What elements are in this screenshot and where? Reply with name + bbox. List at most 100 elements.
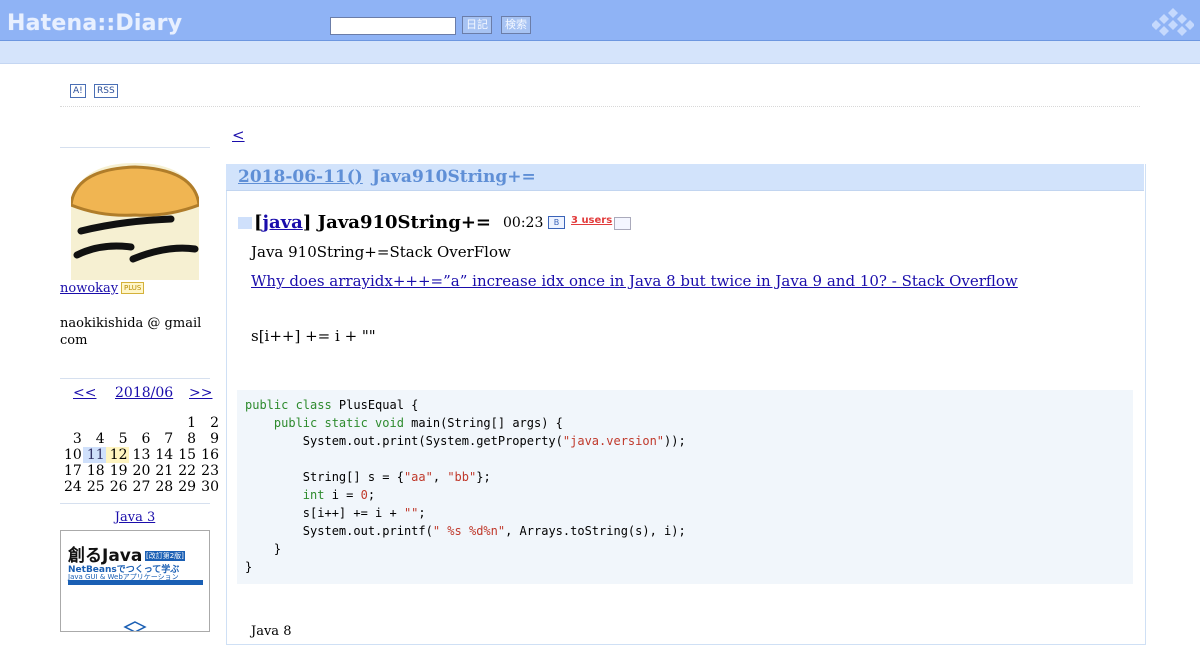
calendar-prev-link[interactable]: << xyxy=(73,385,96,401)
calendar-week: 12 xyxy=(60,415,220,431)
sidebar-divider xyxy=(60,378,210,379)
book-cover-edition: [改訂第2版] xyxy=(145,551,185,561)
code-string: "aa" xyxy=(403,470,433,484)
calendar-empty xyxy=(83,415,106,431)
calendar-next-link[interactable]: >> xyxy=(189,385,212,401)
rss-icon[interactable]: RSS xyxy=(94,84,118,98)
code-text: PlusEqual { xyxy=(331,398,419,412)
calendar-day[interactable]: 12 xyxy=(105,447,129,463)
calendar-day[interactable]: 14 xyxy=(151,447,174,463)
plus-badge[interactable]: PLUS xyxy=(121,282,145,294)
code-keyword: public class xyxy=(245,398,332,412)
calendar-day[interactable]: 3 xyxy=(60,431,83,447)
code-keyword: int xyxy=(245,488,325,502)
calendar-empty xyxy=(151,415,174,431)
calendar-day[interactable]: 11 xyxy=(82,447,106,463)
code-text: , xyxy=(432,470,448,484)
code-line: System.out.printf(" %s %d%n", Arrays.toS… xyxy=(245,524,686,538)
code-string: "bb" xyxy=(447,470,477,484)
calendar-day[interactable]: 6 xyxy=(129,431,152,447)
code-line: } xyxy=(245,560,252,574)
code-string: "" xyxy=(403,506,419,520)
calendar-day[interactable]: 19 xyxy=(106,463,129,479)
code-text: System.out.printf( xyxy=(245,524,433,538)
bookmark-users-link[interactable]: 3 users xyxy=(571,215,612,226)
calendar-day[interactable]: 29 xyxy=(174,479,197,495)
calendar-day[interactable]: 27 xyxy=(129,479,152,495)
book-cover[interactable]: 創るJava [改訂第2版] NetBeansでつくって学ぶ Java GUI … xyxy=(60,530,210,632)
cube-icon xyxy=(123,621,147,631)
code-text: s[i++] += i + xyxy=(245,506,404,520)
calendar-day[interactable]: 5 xyxy=(106,431,129,447)
calendar-day[interactable]: 1 xyxy=(174,415,197,431)
calendar-day[interactable]: 23 xyxy=(197,463,220,479)
code-text: , Arrays.toString(s), i); xyxy=(505,524,686,538)
calendar-day[interactable]: 28 xyxy=(151,479,174,495)
header-bar: Hatena::Diary 日記 検索 xyxy=(0,0,1200,41)
calendar-empty xyxy=(60,415,83,431)
site-logo[interactable]: Hatena::Diary xyxy=(7,11,182,36)
code-text: } xyxy=(245,542,282,556)
sidebar-divider xyxy=(60,147,210,148)
book-cover-bar xyxy=(68,580,203,585)
calendar-week: 3456789 xyxy=(60,431,220,447)
code-string: "java.version" xyxy=(562,434,665,448)
calendar-day[interactable]: 13 xyxy=(129,447,152,463)
calendar-day[interactable]: 8 xyxy=(174,431,197,447)
calendar-day[interactable]: 17 xyxy=(60,463,83,479)
code-line: s[i++] += i + ""; xyxy=(245,506,426,520)
antenna-icon[interactable]: A! xyxy=(70,84,86,98)
search-input[interactable] xyxy=(330,17,456,35)
profile-text: naokikishida @ gmail com xyxy=(60,316,202,348)
calendar-month-link[interactable]: 2018/06 xyxy=(115,385,173,401)
code-line: } xyxy=(245,542,281,556)
calendar-day[interactable]: 16 xyxy=(197,447,220,463)
search-button[interactable]: 検索 xyxy=(501,16,531,34)
code-text: }; xyxy=(476,470,491,484)
prev-page-link[interactable]: < xyxy=(232,126,245,144)
code-text: i = xyxy=(324,488,361,502)
entry-title: [java] Java910String+= xyxy=(238,212,491,233)
code-line: System.out.print(System.getProperty("jav… xyxy=(245,434,686,448)
calendar-week: 17 18 19 20 21 22 23 xyxy=(60,463,220,479)
category-link[interactable]: java xyxy=(263,212,303,233)
calendar-day[interactable]: 26 xyxy=(106,479,129,495)
calendar-day[interactable]: 21 xyxy=(151,463,174,479)
code-text: )); xyxy=(664,434,686,448)
code-number: 0 xyxy=(360,488,368,502)
code-block: public class PlusEqual { public static v… xyxy=(237,390,1133,584)
entry-paragraph: s[i++] += i + "" xyxy=(251,327,376,345)
diary-button[interactable]: 日記 xyxy=(462,16,492,34)
user-avatar[interactable] xyxy=(71,161,199,280)
calendar-empty xyxy=(106,415,129,431)
calendar-day[interactable]: 30 xyxy=(197,479,220,495)
calendar-day[interactable]: 9 xyxy=(197,431,220,447)
calendar-day[interactable]: 10 xyxy=(60,447,83,463)
calendar-day[interactable]: 25 xyxy=(83,479,106,495)
entry-anchor-icon[interactable] xyxy=(238,217,252,229)
bookmark-icon[interactable]: B xyxy=(548,216,565,229)
book-title-link[interactable]: Java 3 xyxy=(60,510,210,525)
calendar-week: 10 11 12 13 14 15 16 xyxy=(60,447,220,463)
username-link[interactable]: nowokay xyxy=(60,281,118,296)
calendar-day[interactable]: 7 xyxy=(151,431,174,447)
code-text: main(String[] args) { xyxy=(403,416,563,430)
stackoverflow-link[interactable]: Why does arrayidx+++=”a” increase idx on… xyxy=(251,272,1018,290)
calendar-day[interactable]: 4 xyxy=(83,431,106,447)
calendar-day[interactable]: 2 xyxy=(197,415,220,431)
hatena-mark-icon[interactable] xyxy=(1152,8,1194,36)
calendar-day[interactable]: 18 xyxy=(83,463,106,479)
code-line: public class PlusEqual { xyxy=(245,398,418,412)
code-text: ; xyxy=(418,506,426,520)
calendar-day[interactable]: 20 xyxy=(129,463,152,479)
entry-title-text: Java910String+= xyxy=(317,212,491,233)
calendar-day[interactable]: 15 xyxy=(174,447,197,463)
calendar-empty xyxy=(129,415,152,431)
entry-paragraph: Java 910String+=Stack OverFlow xyxy=(251,243,511,261)
code-string: " %s %d%n" xyxy=(432,524,506,538)
calendar-day[interactable]: 24 xyxy=(60,479,83,495)
sub-header-bar xyxy=(0,41,1200,64)
star-icon[interactable] xyxy=(614,217,631,230)
date-link[interactable]: 2018-06-11() xyxy=(238,167,363,187)
calendar-day[interactable]: 22 xyxy=(174,463,197,479)
